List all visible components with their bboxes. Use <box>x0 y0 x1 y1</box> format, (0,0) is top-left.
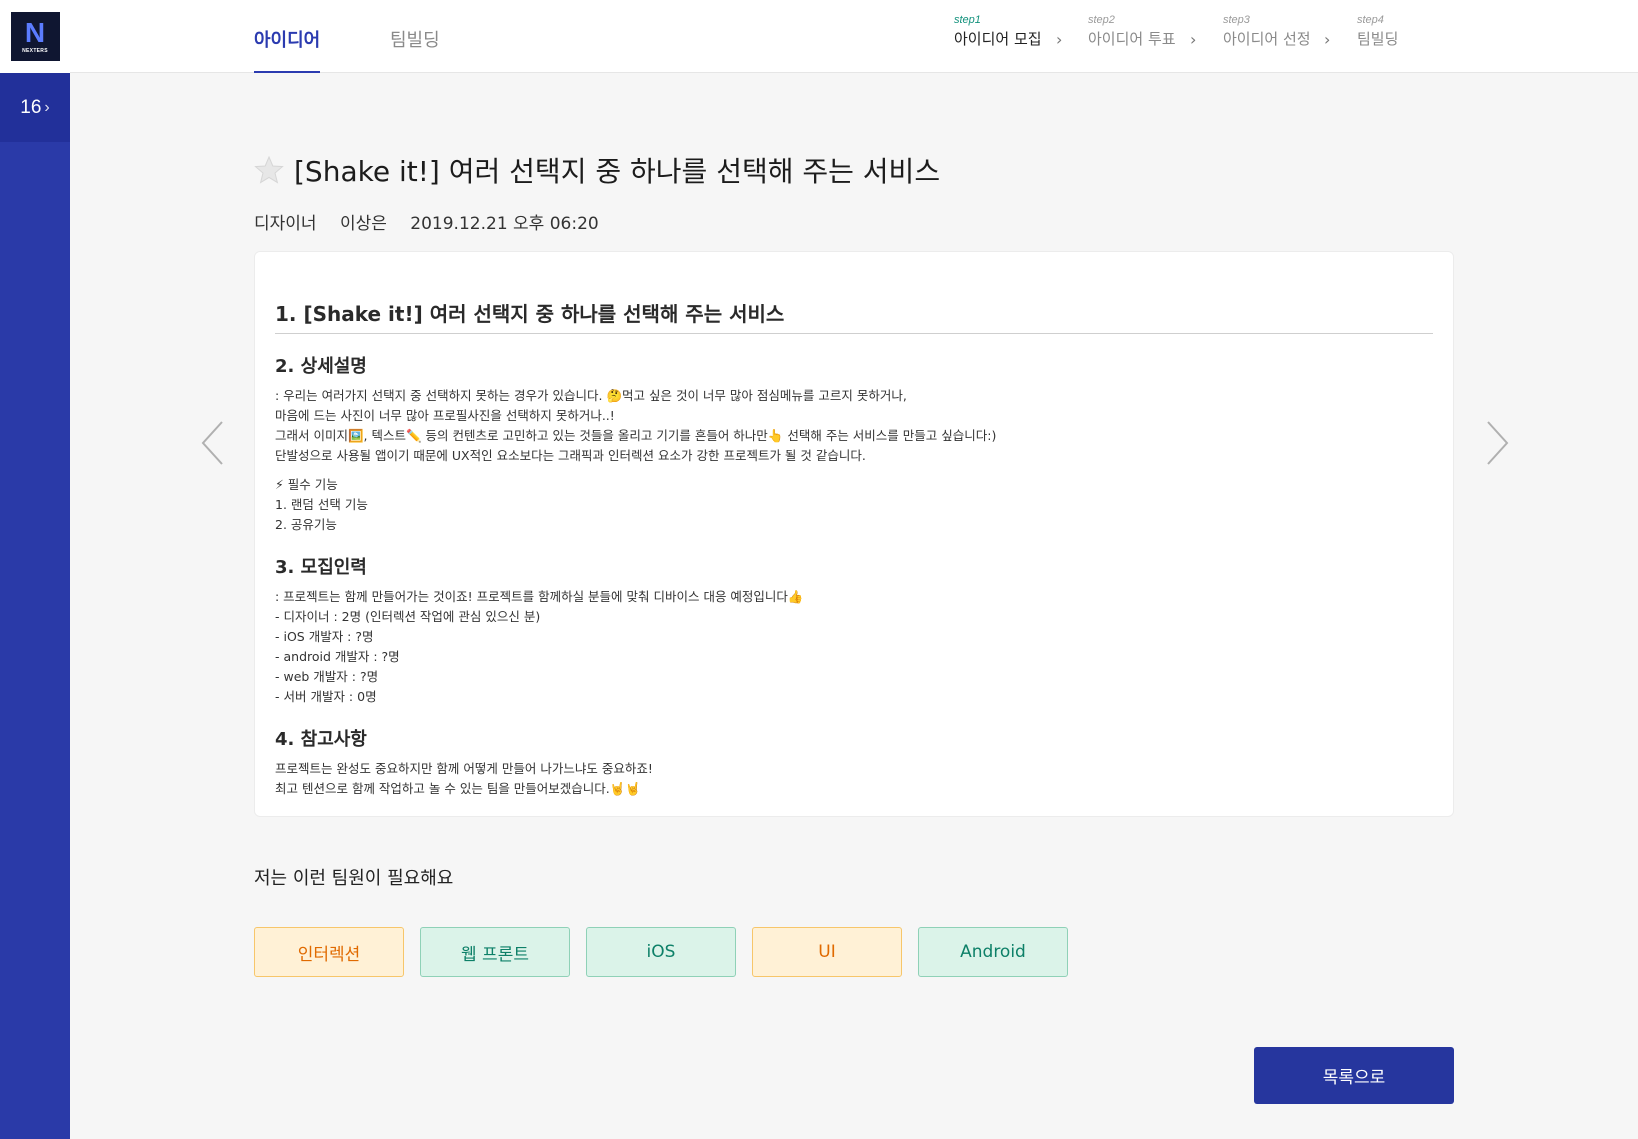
step-3[interactable]: step3 아이디어 선정 <box>1223 14 1311 49</box>
tab-team-building[interactable]: 팀빌딩 <box>390 26 440 73</box>
content-line: - 서버 개발자 : 0명 <box>275 689 377 704</box>
chip-interaction: 인터렉션 <box>254 927 404 977</box>
content-line: 2. 공유기능 <box>275 517 337 532</box>
chip-ui: UI <box>752 927 902 977</box>
content-line: - 디자이너 : 2명 (인터렉션 작업에 관심 있으신 분) <box>275 609 541 624</box>
step-2-name: 아이디어 투표 <box>1088 30 1176 48</box>
author-role: 디자이너 <box>254 214 317 234</box>
chevron-right-icon: › <box>1324 30 1331 49</box>
title-row: [Shake it!] 여러 선택지 중 하나를 선택해 주는 서비스 <box>254 150 940 190</box>
chevron-right-icon: › <box>1056 30 1063 49</box>
content-line: 프로젝트는 완성도 중요하지만 함께 어떻게 만들어 나가느냐도 중요하죠! <box>275 761 653 776</box>
step-3-label: step3 <box>1223 14 1250 26</box>
step-3-name: 아이디어 선정 <box>1223 30 1311 48</box>
nexters-logo[interactable]: N NEXTERS <box>0 0 70 73</box>
logo-mark: N NEXTERS <box>10 12 60 61</box>
content-line: ⚡ 필수 기능 <box>275 477 338 492</box>
top-navigation: 아이디어 팀빌딩 step1 아이디어 모집 › step2 아이디어 투표 ›… <box>70 0 1638 73</box>
step-4-label: step4 <box>1357 14 1384 26</box>
content-line: - android 개발자 : ?명 <box>275 649 400 664</box>
sidebar <box>0 0 70 1139</box>
content-heading-2: 2. 상세설명 <box>275 356 367 377</box>
chevron-right-icon: › <box>1190 30 1197 49</box>
step-4[interactable]: step4 팀빌딩 <box>1357 14 1398 49</box>
content-line: 단발성으로 사용될 앱이기 때문에 UX적인 요소보다는 그래픽과 인터렉션 요… <box>275 448 866 463</box>
star-icon[interactable] <box>254 155 284 185</box>
content-line: : 우리는 여러가지 선택지 중 선택하지 못하는 경우가 있습니다. 🤔먹고 … <box>275 388 907 403</box>
chip-ios: iOS <box>586 927 736 977</box>
content-line: - web 개발자 : ?명 <box>275 669 379 684</box>
sidebar-item-generation[interactable]: 16 › <box>0 73 70 142</box>
idea-meta: 디자이너 이상은 2019.12.21 오후 06:20 <box>254 209 617 234</box>
step-2[interactable]: step2 아이디어 투표 <box>1088 14 1176 49</box>
needed-members-chips: 인터렉션 웹 프론트 iOS UI Android <box>254 927 1084 977</box>
content-line: - iOS 개발자 : ?명 <box>275 629 374 644</box>
back-to-list-button[interactable]: 목록으로 <box>1254 1047 1454 1104</box>
step-2-label: step2 <box>1088 14 1115 26</box>
content-line: 1. 랜덤 선택 기능 <box>275 497 368 512</box>
idea-content-card: 1. [Shake it!] 여러 선택지 중 하나를 선택해 주는 서비스 2… <box>254 251 1454 817</box>
content-line: 마음에 드는 사진이 너무 많아 프로필사진을 선택하지 못하거나..! <box>275 408 615 423</box>
content-line: 그래서 이미지🖼️, 텍스트✏️ 등의 컨텐츠로 고민하고 있는 것들을 올리고… <box>275 428 997 443</box>
tab-idea[interactable]: 아이디어 <box>254 26 321 73</box>
logo-text: NEXTERS <box>22 48 48 54</box>
content-line: : 프로젝트는 함께 만들어가는 것이죠! 프로젝트를 함께하실 분들에 맞춰 … <box>275 589 804 604</box>
logo-n-icon: N <box>24 17 46 48</box>
step-1-label: step1 <box>954 14 981 26</box>
step-1-name: 아이디어 모집 <box>954 30 1042 48</box>
content-heading-1: 1. [Shake it!] 여러 선택지 중 하나를 선택해 주는 서비스 <box>275 298 1433 334</box>
author-name: 이상은 <box>339 214 387 234</box>
content-line: 최고 텐션으로 함께 작업하고 놀 수 있는 팀을 만들어보겠습니다.🤘🤘 <box>275 781 641 796</box>
step-4-name: 팀빌딩 <box>1357 30 1399 48</box>
next-arrow-icon[interactable] <box>1484 420 1510 466</box>
chip-android: Android <box>918 927 1068 977</box>
generation-label: 16 <box>20 96 42 118</box>
chevron-right-icon: › <box>44 98 50 116</box>
content-heading-3: 3. 모집인력 <box>275 557 367 578</box>
previous-arrow-icon[interactable] <box>200 420 226 466</box>
post-date: 2019.12.21 오후 06:20 <box>410 214 599 234</box>
chip-web-front: 웹 프론트 <box>420 927 570 977</box>
step-1[interactable]: step1 아이디어 모집 <box>954 14 1042 49</box>
needed-members-title: 저는 이런 팀원이 필요해요 <box>254 868 454 889</box>
idea-title: [Shake it!] 여러 선택지 중 하나를 선택해 주는 서비스 <box>294 155 941 188</box>
content-heading-4: 4. 참고사항 <box>275 729 367 750</box>
